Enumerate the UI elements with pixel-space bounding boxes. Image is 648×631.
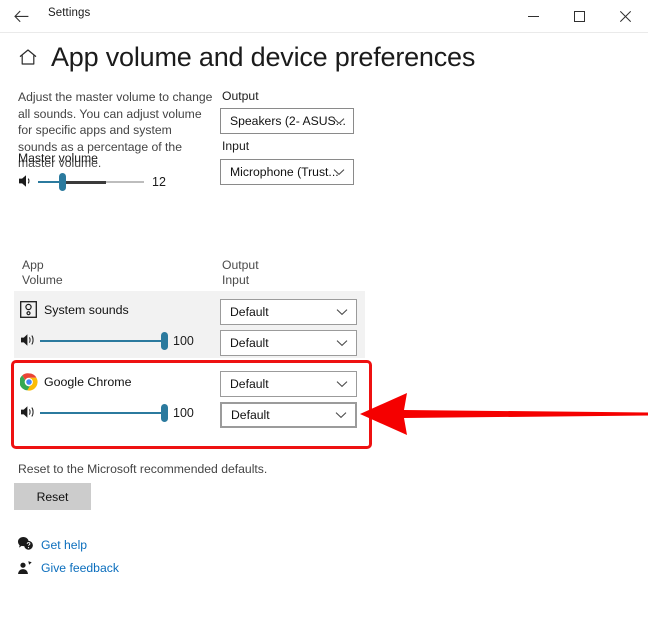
- app-volume-value: 100: [173, 334, 194, 348]
- output-device-value: Speakers (2- ASUS...: [230, 114, 346, 128]
- chevron-down-icon: [336, 331, 348, 355]
- app-input-value: Default: [230, 336, 269, 350]
- app-output-select[interactable]: Default: [220, 299, 357, 325]
- input-device-select[interactable]: Microphone (Trust...: [220, 159, 354, 185]
- left-arrow-annotation: [360, 393, 648, 435]
- volume-icon: [20, 332, 37, 353]
- chevron-down-icon: [336, 300, 348, 324]
- chevron-down-icon: [335, 404, 347, 426]
- column-header-app-volume: App Volume: [22, 258, 63, 288]
- app-volume-slider[interactable]: [40, 332, 168, 350]
- get-help-link[interactable]: Get help: [41, 538, 87, 552]
- help-icon: [17, 536, 34, 556]
- app-input-select[interactable]: Default: [220, 330, 357, 356]
- minimize-icon: [527, 11, 539, 22]
- app-input-select[interactable]: Default: [220, 402, 357, 428]
- close-button[interactable]: [602, 0, 648, 32]
- slider-thumb[interactable]: [161, 404, 168, 422]
- master-volume-value: 12: [152, 175, 166, 189]
- maximize-icon: [573, 10, 585, 22]
- minimize-button[interactable]: [510, 0, 556, 32]
- slider-thumb[interactable]: [59, 173, 66, 191]
- reset-description: Reset to the Microsoft recommended defau…: [18, 462, 268, 476]
- reset-button[interactable]: Reset: [14, 483, 91, 510]
- input-device-value: Microphone (Trust...: [230, 165, 339, 179]
- column-header-input: Input: [222, 273, 250, 287]
- column-header-volume: Volume: [22, 273, 63, 287]
- back-button[interactable]: [8, 3, 34, 29]
- window-controls: [510, 0, 648, 32]
- app-name: System sounds: [44, 303, 129, 317]
- column-header-output-input: Output Input: [222, 258, 259, 288]
- app-output-value: Default: [230, 377, 269, 391]
- give-feedback-link[interactable]: Give feedback: [41, 561, 119, 575]
- speaker-icon: [18, 173, 35, 194]
- page-title: App volume and device preferences: [51, 42, 476, 72]
- app-volume-slider[interactable]: [40, 404, 168, 422]
- output-device-label: Output: [222, 89, 259, 103]
- input-device-label: Input: [222, 139, 250, 153]
- slider-thumb[interactable]: [161, 332, 168, 350]
- maximize-button[interactable]: [556, 0, 602, 32]
- chevron-down-icon: [333, 109, 345, 133]
- title-bar: Settings: [0, 0, 648, 33]
- back-arrow-icon: [13, 10, 29, 23]
- app-output-select[interactable]: Default: [220, 371, 357, 397]
- google-chrome-icon: [19, 373, 38, 396]
- chevron-down-icon: [333, 160, 345, 184]
- volume-icon: [20, 404, 37, 425]
- output-device-select[interactable]: Speakers (2- ASUS...: [220, 108, 354, 134]
- window-title: Settings: [48, 7, 91, 19]
- slider-fill: [40, 412, 164, 414]
- app-name: Google Chrome: [44, 375, 132, 389]
- system-sounds-icon: [20, 301, 37, 323]
- master-volume-label: Master volume: [18, 151, 98, 165]
- slider-fill: [40, 340, 164, 342]
- close-icon: [619, 10, 631, 22]
- feedback-icon: [17, 560, 33, 580]
- master-volume-slider[interactable]: [38, 173, 144, 191]
- column-header-output: Output: [222, 258, 259, 272]
- app-input-value: Default: [231, 408, 270, 422]
- app-output-value: Default: [230, 305, 269, 319]
- slider-dark-segment: [64, 180, 106, 184]
- home-icon[interactable]: [17, 46, 39, 68]
- chevron-down-icon: [336, 372, 348, 396]
- column-header-app: App: [22, 258, 44, 272]
- app-volume-value: 100: [173, 406, 194, 420]
